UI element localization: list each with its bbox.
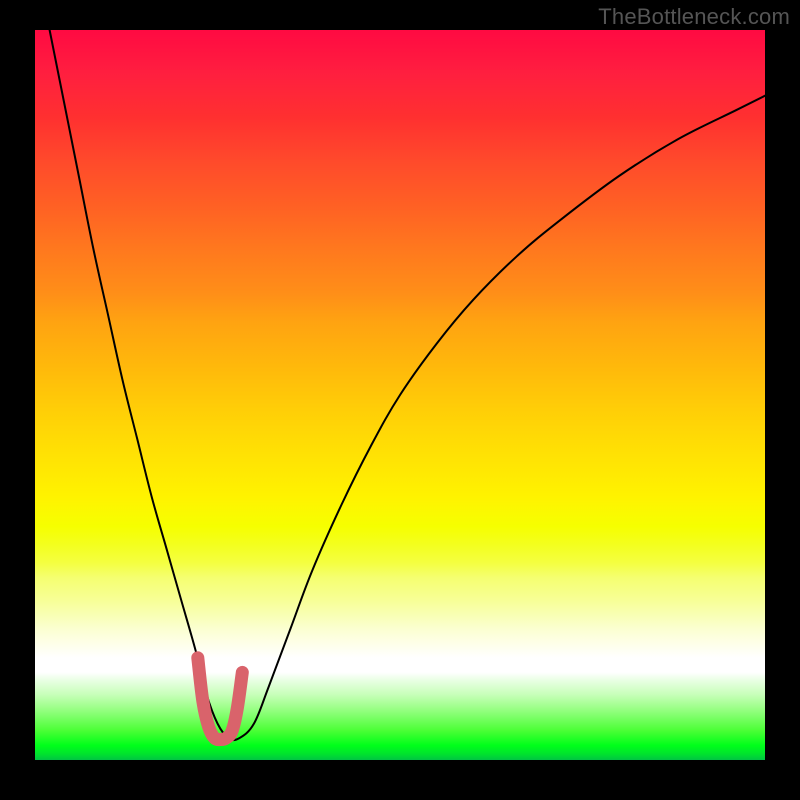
attribution-text: TheBottleneck.com bbox=[598, 4, 790, 30]
bottleneck-curve bbox=[50, 30, 765, 740]
chart-frame: TheBottleneck.com bbox=[0, 0, 800, 800]
curve-layer bbox=[35, 30, 765, 760]
plot-area bbox=[35, 30, 765, 760]
